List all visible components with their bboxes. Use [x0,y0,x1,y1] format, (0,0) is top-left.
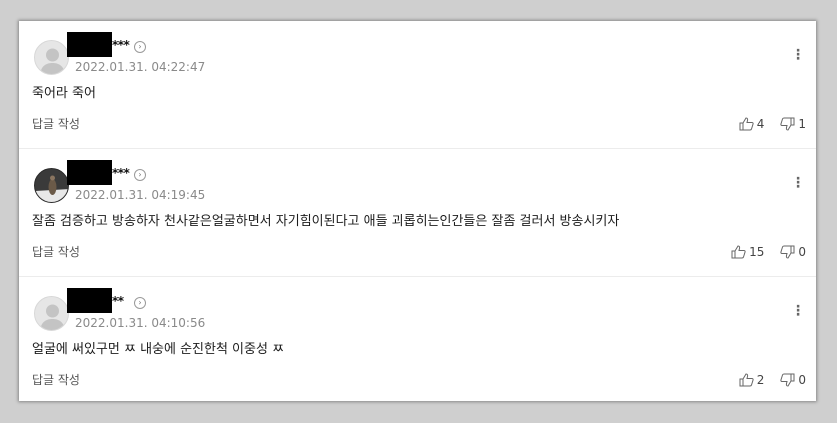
nickname-masked[interactable]: ** [112,294,124,308]
comment-item: *** › 2022.01.31. 04:19:45 ⋮ 잘좀 검증하고 방송하… [19,148,816,276]
vote-bar: 2 0 [739,373,806,387]
profile-arrow-icon[interactable]: › [134,41,146,53]
comment-date: 2022.01.31. 04:10:56 [75,316,206,330]
profile-arrow-icon[interactable]: › [134,169,146,181]
comment-text: 얼굴에 써있구먼 ㅉ 내숭에 순진한척 이중성 ㅉ [32,342,285,357]
like-count: 2 [756,373,765,387]
vote-bar: 4 1 [739,117,806,131]
comment-list: *** › 2022.01.31. 04:22:47 ⋮ 죽어라 죽어 답글 작… [19,21,816,401]
comment-item: *** › 2022.01.31. 04:22:47 ⋮ 죽어라 죽어 답글 작… [19,21,816,148]
dislike-button[interactable]: 1 [780,117,806,131]
like-button[interactable]: 2 [739,373,765,387]
comment-text: 잘좀 검증하고 방송하자 천사같은얼굴하면서 자기힘이된다고 애들 괴롭히는인간… [32,214,620,229]
nickname-redaction [67,32,112,57]
photo-avatar[interactable] [34,168,69,203]
comment-date: 2022.01.31. 04:22:47 [75,60,206,74]
like-count: 4 [756,117,765,131]
more-options-icon[interactable]: ⋮ [791,176,805,190]
comment-date: 2022.01.31. 04:19:45 [75,188,206,202]
nickname-redaction [67,288,112,313]
reply-button[interactable]: 답글 작성 [32,371,80,388]
thumbs-down-icon [780,373,795,387]
reply-button[interactable]: 답글 작성 [32,243,80,260]
comment-text: 죽어라 죽어 [32,86,96,101]
thumbs-down-icon [780,245,795,259]
default-avatar-icon[interactable] [34,296,69,331]
nickname-masked[interactable]: *** [112,38,130,52]
thumbs-up-icon [731,245,746,259]
more-options-icon[interactable]: ⋮ [791,48,805,62]
dislike-button[interactable]: 0 [780,245,806,259]
comment-item: ** › 2022.01.31. 04:10:56 ⋮ 얼굴에 써있구먼 ㅉ 내… [19,276,816,401]
thumbs-up-icon [739,117,754,131]
profile-arrow-icon[interactable]: › [134,297,146,309]
like-button[interactable]: 15 [731,245,764,259]
vote-bar: 15 0 [731,245,806,259]
thumbs-up-icon [739,373,754,387]
dislike-count: 0 [798,245,806,259]
default-avatar-icon[interactable] [34,40,69,75]
like-count: 15 [749,245,765,259]
like-button[interactable]: 4 [739,117,765,131]
dislike-button[interactable]: 0 [780,373,806,387]
more-options-icon[interactable]: ⋮ [791,304,805,318]
nickname-masked[interactable]: *** [112,166,130,180]
nickname-redaction [67,160,112,185]
thumbs-down-icon [780,117,795,131]
reply-button[interactable]: 답글 작성 [32,115,80,132]
dislike-count: 0 [798,373,806,387]
dislike-count: 1 [798,117,806,131]
